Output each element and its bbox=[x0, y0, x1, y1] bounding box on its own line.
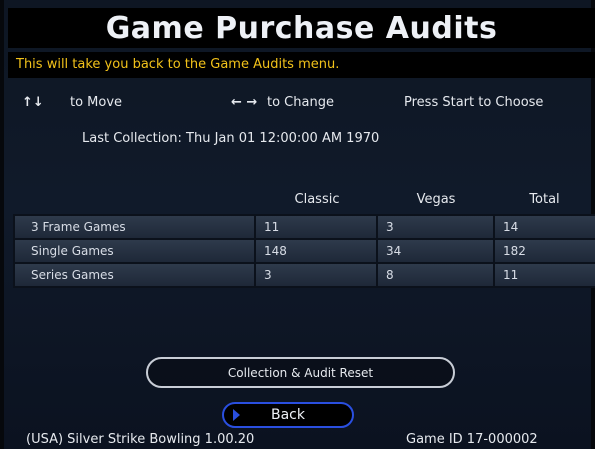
reset-button-label: Collection & Audit Reset bbox=[227, 365, 374, 380]
back-button-label: Back bbox=[271, 407, 305, 423]
cell-total: 182 bbox=[493, 238, 595, 264]
table-row: Single Games 148 34 182 bbox=[13, 238, 595, 264]
info-text: This will take you back to the Game Audi… bbox=[16, 57, 340, 72]
back-button[interactable]: Back bbox=[222, 402, 354, 428]
row-label: Single Games bbox=[13, 238, 256, 264]
game-id-text: Game ID 17-000002 bbox=[406, 432, 538, 447]
audit-table: 3 Frame Games 11 3 14 Single Games 148 3… bbox=[13, 214, 595, 288]
cell-vegas: 8 bbox=[376, 262, 495, 288]
column-header-vegas: Vegas bbox=[416, 192, 456, 207]
column-header-total: Total bbox=[529, 192, 560, 207]
cell-total: 11 bbox=[493, 262, 595, 288]
selection-arrow-icon bbox=[233, 409, 240, 421]
cell-classic: 148 bbox=[254, 238, 378, 264]
last-collection: Last Collection: Thu Jan 01 12:00:00 AM … bbox=[82, 131, 380, 146]
table-row: Series Games 3 8 11 bbox=[13, 262, 595, 288]
row-label: 3 Frame Games bbox=[13, 214, 256, 240]
table-row: 3 Frame Games 11 3 14 bbox=[13, 214, 595, 240]
cell-classic: 11 bbox=[254, 214, 378, 240]
collection-audit-reset-button[interactable]: Collection & Audit Reset bbox=[146, 357, 455, 388]
cell-total: 14 bbox=[493, 214, 595, 240]
start-hint: Press Start to Choose bbox=[404, 95, 544, 110]
controls-hint: ↑↓ to Move ← → to Change Press Start to … bbox=[8, 93, 595, 115]
version-text: (USA) Silver Strike Bowling 1.00.20 bbox=[26, 432, 255, 447]
up-down-arrows-icon: ↑↓ bbox=[22, 95, 44, 110]
info-bar: This will take you back to the Game Audi… bbox=[8, 52, 595, 78]
change-hint: to Change bbox=[267, 95, 334, 110]
column-header-classic: Classic bbox=[294, 192, 340, 207]
row-label: Series Games bbox=[13, 262, 256, 288]
cell-classic: 3 bbox=[254, 262, 378, 288]
move-hint: to Move bbox=[70, 95, 123, 110]
cell-vegas: 3 bbox=[376, 214, 495, 240]
page-title: Game Purchase Audits bbox=[105, 10, 498, 46]
screen-frame: Game Purchase Audits This will take you … bbox=[0, 0, 595, 449]
cell-vegas: 34 bbox=[376, 238, 495, 264]
left-right-arrows-icon: ← → bbox=[231, 95, 258, 110]
title-bar: Game Purchase Audits bbox=[8, 8, 595, 48]
